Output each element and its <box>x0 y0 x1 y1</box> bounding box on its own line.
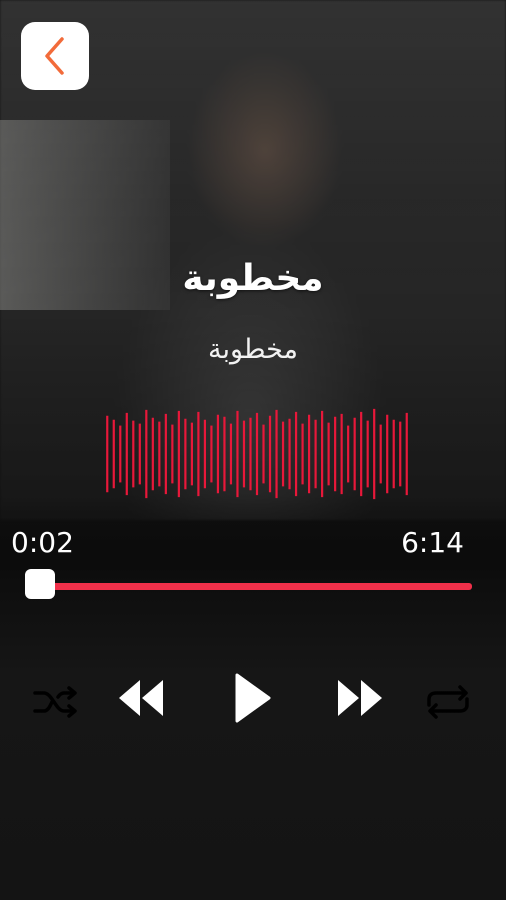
song-title: مخطوبة <box>182 258 324 299</box>
progress-thumb[interactable] <box>25 569 56 599</box>
total-time: 6:14 <box>401 526 464 559</box>
artist-name: مخطوبة <box>208 334 298 365</box>
repeat-icon <box>423 683 473 721</box>
waveform-visualizer <box>104 405 410 503</box>
shuffle-icon <box>32 684 80 720</box>
play-icon <box>231 672 271 724</box>
rewind-icon <box>116 677 166 719</box>
shuffle-button[interactable] <box>30 680 82 724</box>
back-button[interactable] <box>21 22 89 90</box>
fast-forward-icon <box>335 677 385 719</box>
next-button[interactable] <box>332 672 388 724</box>
chevron-left-icon <box>42 36 68 76</box>
previous-button[interactable] <box>113 672 169 724</box>
repeat-button[interactable] <box>420 680 476 724</box>
progress-track[interactable] <box>30 583 472 590</box>
current-time: 0:02 <box>11 526 74 559</box>
play-button[interactable] <box>226 668 276 728</box>
